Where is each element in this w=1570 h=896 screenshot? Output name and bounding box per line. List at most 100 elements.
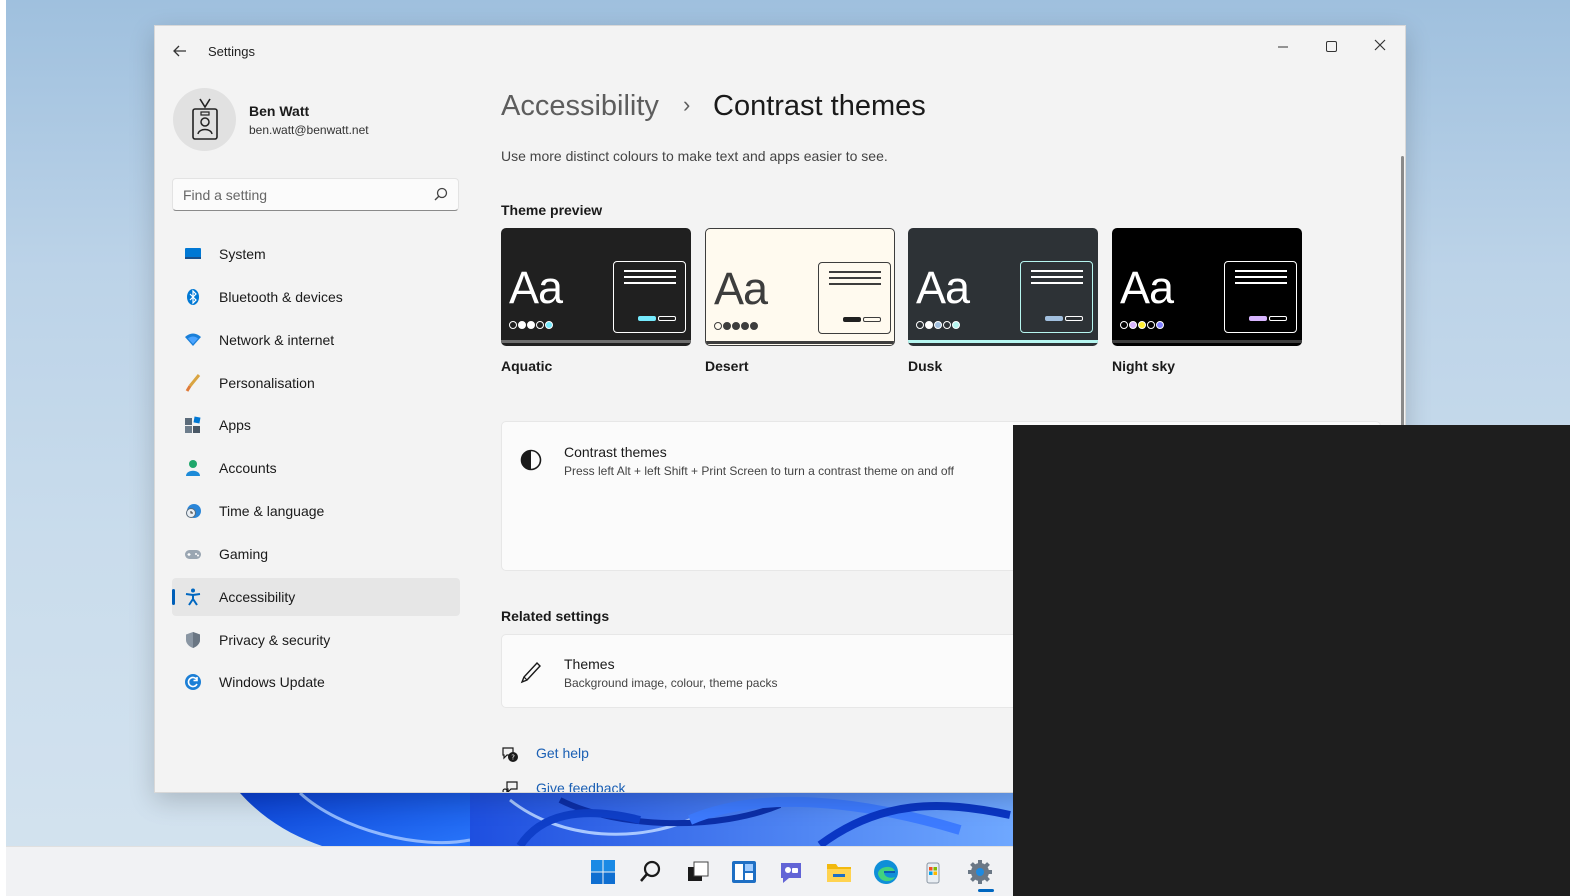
sidebar-item-network[interactable]: Network & internet xyxy=(172,321,460,359)
theme-color-dots xyxy=(916,316,961,334)
theme-name: Desert xyxy=(705,358,749,374)
maximize-button[interactable] xyxy=(1308,32,1354,62)
sidebar-item-windows-update[interactable]: Windows Update xyxy=(172,663,460,701)
sidebar-item-personalisation[interactable]: Personalisation xyxy=(172,364,460,402)
sidebar-item-apps[interactable]: Apps xyxy=(172,406,460,444)
screen-edge xyxy=(0,0,6,896)
system-display-icon xyxy=(185,248,201,259)
active-app-indicator xyxy=(978,889,994,892)
color-dot xyxy=(952,320,960,329)
sample-button-primary xyxy=(1249,316,1267,321)
color-dot xyxy=(1147,320,1155,329)
color-dot xyxy=(527,320,535,329)
sidebar-item-privacy-security[interactable]: Privacy & security xyxy=(172,621,460,659)
sidebar-item-accounts[interactable]: Accounts xyxy=(172,449,460,487)
page-description: Use more distinct colours to make text a… xyxy=(501,148,888,164)
theme-card-underline xyxy=(501,340,691,343)
search-box[interactable] xyxy=(172,178,459,211)
theme-preview-card: Aa xyxy=(908,228,1098,346)
color-dot xyxy=(1138,320,1146,329)
sample-line xyxy=(624,270,676,272)
brush-icon xyxy=(185,373,201,392)
sidebar-item-bluetooth[interactable]: Bluetooth & devices xyxy=(172,278,460,316)
theme-option-dusk[interactable]: Aa Dusk xyxy=(908,228,1098,374)
color-dot xyxy=(1156,320,1164,329)
settings-gear-icon xyxy=(968,860,992,884)
color-dot xyxy=(714,321,722,330)
sidebar-item-accessibility[interactable]: Accessibility xyxy=(172,577,460,616)
shield-icon xyxy=(186,631,200,648)
active-indicator xyxy=(172,588,175,605)
close-icon xyxy=(1374,39,1386,51)
theme-color-dots xyxy=(509,316,554,334)
search-input[interactable] xyxy=(183,185,423,205)
minimize-icon xyxy=(1278,46,1288,48)
task-view-button[interactable] xyxy=(682,856,714,888)
minimize-button[interactable] xyxy=(1260,32,1306,62)
theme-option-night-sky[interactable]: Aa Night sky xyxy=(1112,228,1302,374)
theme-name: Aquatic xyxy=(501,358,553,374)
color-dot xyxy=(916,320,924,329)
edge-button[interactable] xyxy=(870,856,902,888)
color-dot xyxy=(732,321,740,330)
sample-button-secondary xyxy=(1269,316,1287,321)
sample-line xyxy=(624,276,676,278)
sample-line xyxy=(1235,270,1287,272)
color-dot xyxy=(509,320,517,329)
maximize-icon xyxy=(1325,41,1337,52)
sample-button-secondary xyxy=(863,317,881,322)
theme-window-sample xyxy=(818,262,891,334)
windows-start-button[interactable] xyxy=(587,856,619,888)
color-dot xyxy=(925,320,933,329)
store-icon xyxy=(926,862,940,884)
theme-window-sample xyxy=(613,261,686,333)
theme-preview-card: Aa xyxy=(705,228,895,346)
app-title: Settings xyxy=(208,44,255,59)
close-button[interactable] xyxy=(1357,32,1403,62)
sample-button-primary xyxy=(1045,316,1063,321)
settings-taskbar-button[interactable] xyxy=(964,856,996,888)
badge-person-icon xyxy=(192,98,218,140)
contrast-themes-subtitle: Press left Alt + left Shift + Print Scre… xyxy=(564,464,954,478)
back-arrow-icon xyxy=(173,45,186,57)
store-button[interactable] xyxy=(917,856,949,888)
title-bar: Settings xyxy=(155,26,1405,76)
task-view-icon xyxy=(688,861,709,881)
theme-sample-text: Aa xyxy=(1120,262,1174,313)
sidebar-item-label: Accessibility xyxy=(219,588,296,605)
chat-button[interactable] xyxy=(775,856,807,888)
sidebar-item-label: Bluetooth & devices xyxy=(219,288,343,305)
sample-button-secondary xyxy=(658,316,676,321)
avatar[interactable] xyxy=(173,88,236,151)
sidebar-item-gaming[interactable]: Gaming xyxy=(172,535,460,573)
theme-sample-text: Aa xyxy=(509,262,563,313)
breadcrumb-chevron-icon: › xyxy=(683,92,691,117)
wifi-icon xyxy=(185,333,201,346)
theme-option-desert[interactable]: Aa Desert xyxy=(705,228,895,374)
breadcrumb-parent[interactable]: Accessibility xyxy=(501,90,659,123)
sidebar-item-label: Apps xyxy=(219,417,251,434)
theme-preview-heading: Theme preview xyxy=(501,202,603,218)
black-overlay-region xyxy=(1013,425,1570,896)
theme-option-aquatic[interactable]: Aa Aquatic xyxy=(501,228,691,374)
sidebar-item-system[interactable]: System xyxy=(172,235,460,273)
edge-icon xyxy=(874,860,898,884)
color-dot xyxy=(536,320,544,329)
windows-start-icon xyxy=(591,860,615,884)
back-button[interactable] xyxy=(169,40,191,62)
sample-button-primary xyxy=(638,316,656,321)
theme-color-dots xyxy=(1120,316,1165,334)
related-settings-heading: Related settings xyxy=(501,608,610,624)
file-explorer-button[interactable] xyxy=(823,856,855,888)
sidebar-item-time-language[interactable]: Time & language xyxy=(172,492,460,530)
widgets-button[interactable] xyxy=(728,856,760,888)
color-dot xyxy=(934,320,942,329)
get-help-label: Get help xyxy=(536,745,589,761)
svg-text:?: ? xyxy=(511,754,515,762)
theme-color-dots xyxy=(714,317,759,335)
search-icon xyxy=(640,860,661,882)
taskbar-search-button[interactable] xyxy=(634,856,666,888)
search-icon[interactable] xyxy=(434,187,448,201)
sidebar-item-label: Gaming xyxy=(219,545,269,562)
give-feedback-label: Give feedback xyxy=(536,780,626,793)
